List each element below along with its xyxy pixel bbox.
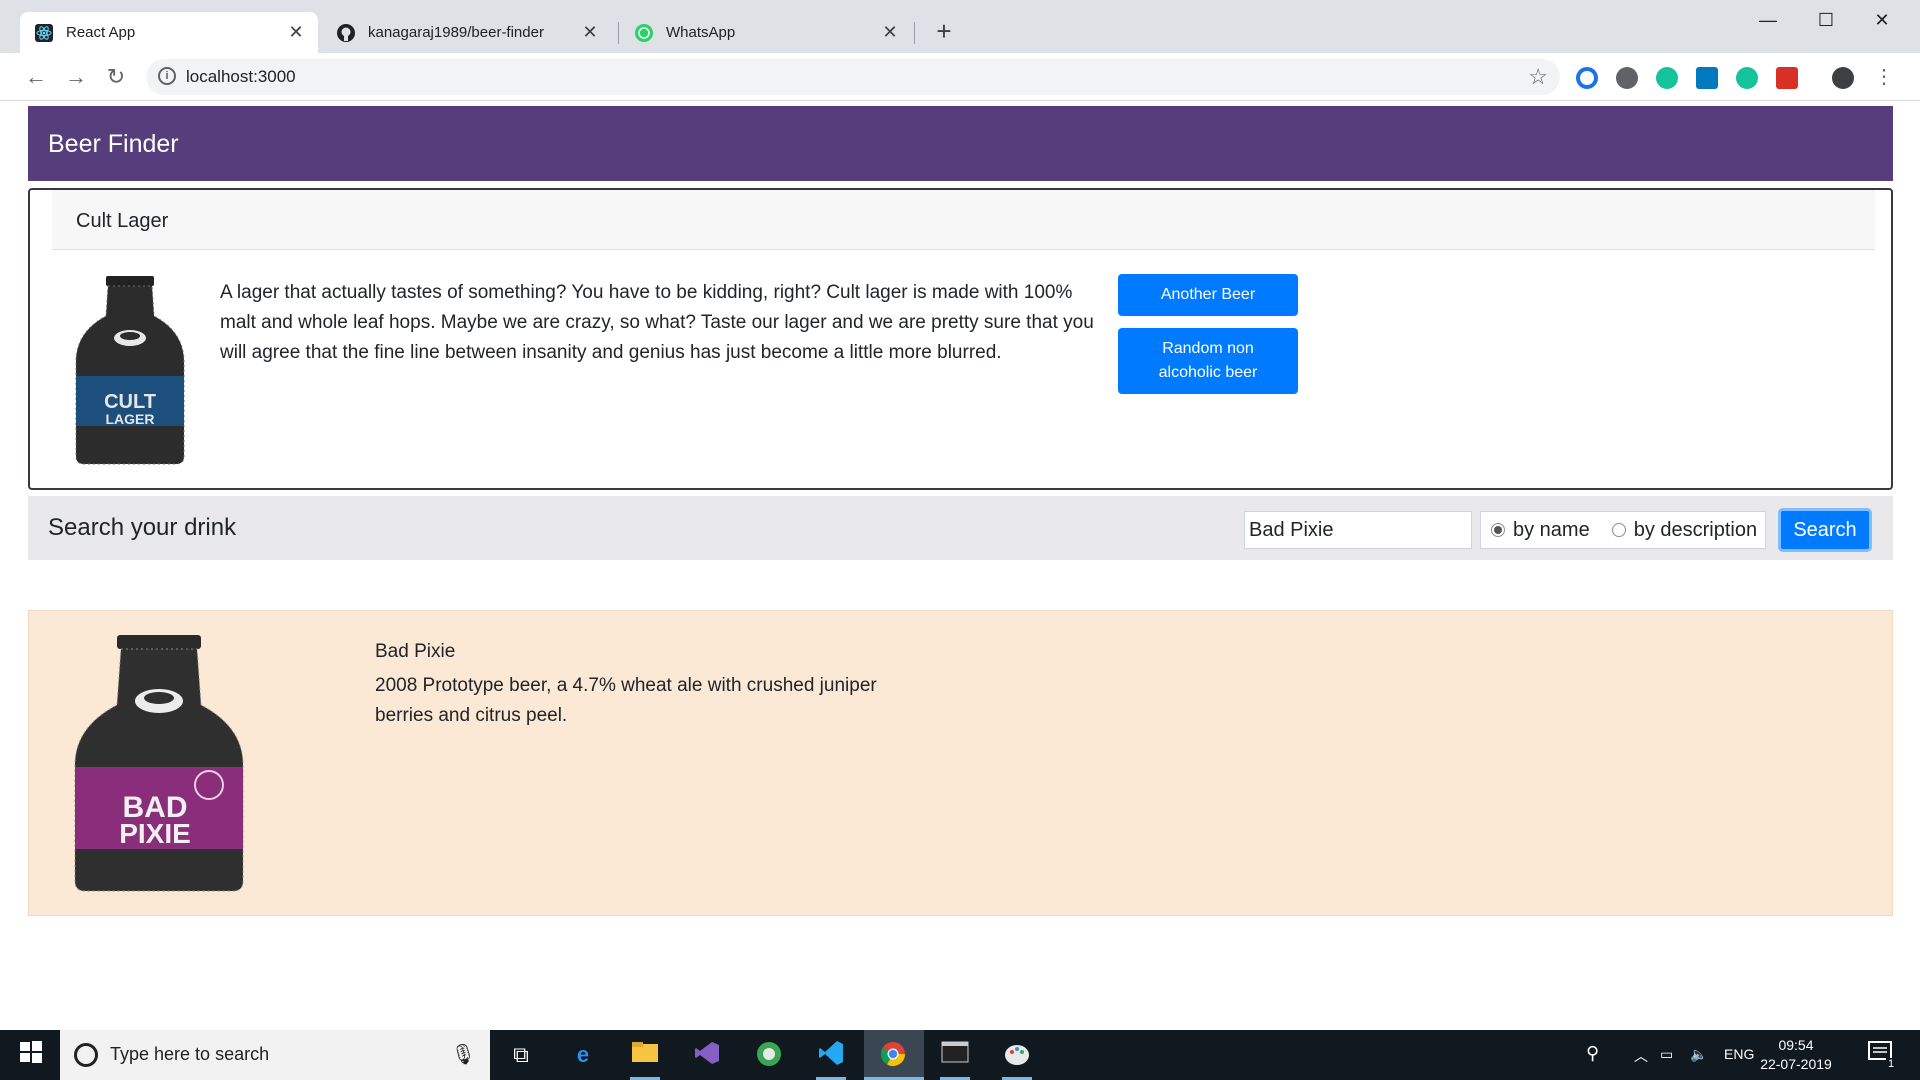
radio-label: by description xyxy=(1633,518,1758,541)
featured-beer-name: Cult Lager xyxy=(76,210,169,232)
search-mode-group: by name by description xyxy=(1480,511,1766,549)
bad-pixie-bottle-image: BAD PIXIE xyxy=(74,635,244,892)
cult-lager-bottle-image: CULT LAGER xyxy=(75,276,185,465)
tab-whatsapp[interactable]: WhatsApp ✕ xyxy=(620,12,912,53)
reload-icon[interactable]: ↻ xyxy=(102,63,130,91)
app-navbar: Beer Finder xyxy=(28,106,1893,181)
tab-title: kanagaraj1989/beer-finder xyxy=(368,24,544,41)
edge-icon[interactable]: e xyxy=(568,1040,598,1070)
radio-by-name[interactable]: by name xyxy=(1491,519,1590,542)
tab-title: WhatsApp xyxy=(666,24,736,41)
result-beer-name: Bad Pixie xyxy=(375,641,456,662)
tab-github[interactable]: kanagaraj1989/beer-finder ✕ xyxy=(322,12,612,53)
tab-react-app[interactable]: React App ✕ xyxy=(20,12,318,53)
extension-circle-icon[interactable] xyxy=(1616,67,1638,89)
featured-beer-description: A lager that actually tastes of somethin… xyxy=(220,282,1094,363)
close-tab-icon[interactable]: ✕ xyxy=(580,22,600,42)
vscode-icon[interactable] xyxy=(816,1040,846,1070)
menu-kebab-icon[interactable]: ⋮ xyxy=(1870,63,1898,91)
task-view-icon[interactable]: ⧉ xyxy=(506,1040,536,1070)
grammarly-alt-icon[interactable] xyxy=(1736,67,1758,89)
system-clock[interactable]: 09:54 22-07-2019 xyxy=(1756,1036,1836,1074)
globe-app-icon[interactable] xyxy=(754,1040,784,1070)
windows-start-icon[interactable] xyxy=(16,1040,46,1070)
search-result-card: BAD PIXIE Bad Pixie 2008 Prototype beer,… xyxy=(28,610,1893,916)
url-text[interactable]: localhost:3000 xyxy=(186,67,296,87)
svg-text:LAGER: LAGER xyxy=(106,411,155,427)
random-non-alcoholic-button[interactable]: Random non alcoholic beer xyxy=(1118,328,1298,394)
github-icon xyxy=(336,23,356,43)
address-bar[interactable]: i localhost:3000 ☆ xyxy=(146,59,1560,95)
search-button[interactable]: Search xyxy=(1778,508,1872,552)
browser-tab-strip: React App ✕ kanagaraj1989/beer-finder ✕ … xyxy=(0,0,1920,53)
close-window-icon[interactable]: ✕ xyxy=(1862,8,1902,32)
brand-title[interactable]: Beer Finder xyxy=(48,130,179,159)
chrome-icon[interactable] xyxy=(878,1040,908,1070)
radio-by-description[interactable]: by description xyxy=(1611,518,1758,542)
terminal-icon[interactable] xyxy=(940,1040,970,1070)
clock-time: 09:54 xyxy=(1778,1037,1814,1053)
result-beer-description: 2008 Prototype beer, a 4.7% wheat ale wi… xyxy=(375,675,877,726)
windows-taskbar: Type here to search 🎙 ⧉ e ⚲ ︿ ▭ 🔈 ENG 09… xyxy=(0,1030,1920,1080)
paint-icon[interactable] xyxy=(1002,1040,1032,1070)
tab-title: React App xyxy=(66,24,136,41)
search-label: Search your drink xyxy=(48,514,237,541)
people-icon[interactable]: ⚲ xyxy=(1586,1043,1599,1064)
tab-divider xyxy=(914,22,915,44)
extension-ring-icon[interactable] xyxy=(1576,67,1598,89)
featured-beer-card: Cult Lager CULT LAGER A lager that actua… xyxy=(28,188,1893,490)
radio-label: by name xyxy=(1513,518,1590,541)
svg-text:PIXIE: PIXIE xyxy=(119,818,191,849)
profile-avatar[interactable] xyxy=(1832,67,1854,89)
react-favicon-icon xyxy=(34,23,54,43)
close-tab-icon[interactable]: ✕ xyxy=(880,22,900,42)
grammarly-icon[interactable] xyxy=(1656,67,1678,89)
minimize-icon[interactable]: — xyxy=(1748,8,1788,32)
clock-date: 22-07-2019 xyxy=(1760,1056,1832,1072)
battery-icon[interactable]: ▭ xyxy=(1660,1046,1673,1063)
browser-toolbar: ← → ↻ i localhost:3000 ☆ ⋮ xyxy=(0,53,1920,101)
svg-text:CULT: CULT xyxy=(104,391,156,413)
tab-divider xyxy=(618,22,619,44)
microphone-icon[interactable]: 🎙 xyxy=(451,1042,476,1067)
page-content: Beer Finder Cult Lager CULT LAGER A lage… xyxy=(10,102,1910,1030)
back-arrow-icon[interactable]: ← xyxy=(22,63,50,91)
notification-count-badge: 1 xyxy=(1886,1058,1897,1070)
card-header: Cult Lager xyxy=(52,190,1875,250)
whatsapp-icon xyxy=(634,23,654,43)
radio-selected-icon[interactable] xyxy=(1491,523,1505,537)
trello-icon[interactable] xyxy=(1696,67,1718,89)
taskbar-search-box[interactable]: Type here to search 🎙 xyxy=(60,1030,490,1080)
maximize-icon[interactable]: ☐ xyxy=(1806,8,1846,32)
volume-icon[interactable]: 🔈 xyxy=(1690,1046,1707,1063)
forward-arrow-icon[interactable]: → xyxy=(62,63,90,91)
radio-unselected-icon[interactable] xyxy=(1611,523,1626,537)
search-input[interactable] xyxy=(1244,511,1472,549)
search-bar: Search your drink by name by description… xyxy=(28,496,1893,560)
extension-red-icon[interactable] xyxy=(1776,67,1798,89)
close-tab-icon[interactable]: ✕ xyxy=(286,22,306,42)
info-icon[interactable]: i xyxy=(158,67,176,85)
new-tab-button[interactable]: + xyxy=(930,18,958,46)
taskbar-search-placeholder[interactable]: Type here to search xyxy=(110,1044,269,1065)
visual-studio-icon[interactable] xyxy=(692,1040,722,1070)
cortana-icon[interactable] xyxy=(74,1043,98,1067)
chevron-up-icon[interactable]: ︿ xyxy=(1634,1046,1648,1066)
another-beer-button[interactable]: Another Beer xyxy=(1118,274,1298,316)
language-indicator[interactable]: ENG xyxy=(1724,1046,1754,1062)
file-explorer-icon[interactable] xyxy=(630,1040,660,1070)
bookmark-star-icon[interactable]: ☆ xyxy=(1528,64,1548,90)
